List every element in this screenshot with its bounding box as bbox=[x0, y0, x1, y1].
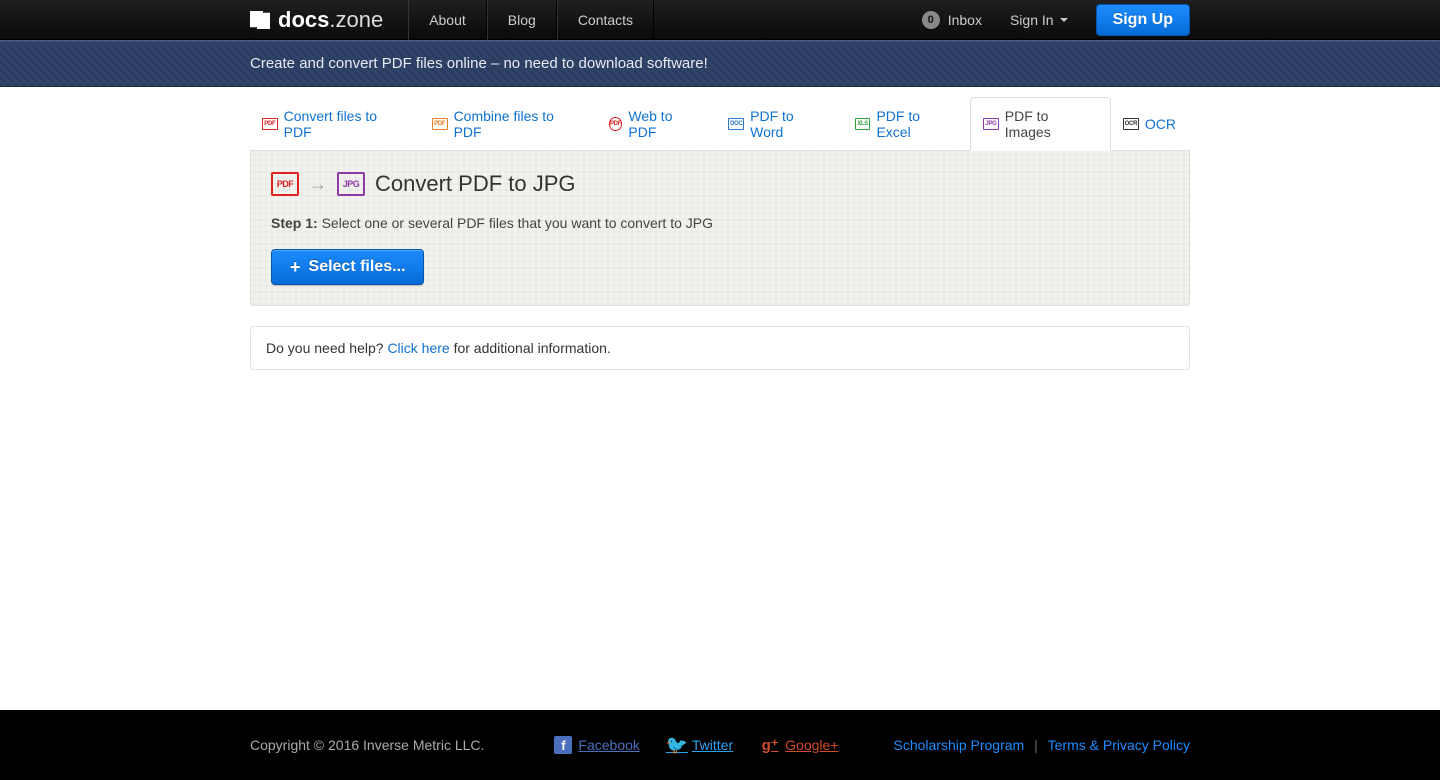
word-icon: DOC bbox=[728, 118, 744, 130]
signin-dropdown[interactable]: Sign In bbox=[1000, 12, 1078, 28]
tab-pdf-to-excel[interactable]: XLS PDF to Excel bbox=[843, 97, 970, 150]
combine-icon: PDF bbox=[432, 118, 448, 130]
conversion-tabs: PDF Convert files to PDF PDF Combine fil… bbox=[250, 97, 1190, 151]
google-plus-link[interactable]: g⁺ Google+ bbox=[761, 736, 838, 754]
conversion-head: PDF → JPG Convert PDF to JPG bbox=[271, 171, 1169, 197]
help-link[interactable]: Click here bbox=[387, 340, 449, 356]
twitter-link[interactable]: 🐦 Twitter bbox=[668, 736, 733, 754]
excel-icon: XLS bbox=[855, 118, 871, 130]
arrow-right-icon: → bbox=[309, 174, 327, 195]
nav-blog[interactable]: Blog bbox=[487, 0, 557, 40]
nav-about[interactable]: About bbox=[408, 0, 487, 40]
brand-bold: docs bbox=[278, 7, 329, 33]
conversion-panel: PDF → JPG Convert PDF to JPG Step 1: Sel… bbox=[250, 151, 1190, 306]
ocr-icon: OCR bbox=[1123, 118, 1139, 130]
help-suffix: for additional information. bbox=[450, 340, 611, 356]
footer: Copyright © 2016 Inverse Metric LLC. f F… bbox=[0, 710, 1440, 780]
terms-link[interactable]: Terms & Privacy Policy bbox=[1048, 737, 1190, 753]
facebook-link[interactable]: f Facebook bbox=[554, 736, 639, 754]
nav-links: About Blog Contacts bbox=[408, 0, 654, 40]
social-links: f Facebook 🐦 Twitter g⁺ Google+ bbox=[554, 736, 838, 754]
google-plus-icon: g⁺ bbox=[761, 736, 779, 754]
twitter-icon: 🐦 bbox=[668, 736, 686, 754]
pdf-file-icon: PDF bbox=[271, 172, 299, 196]
tab-ocr[interactable]: OCR OCR bbox=[1111, 97, 1190, 150]
step-label: Step 1: bbox=[271, 215, 318, 231]
tab-convert-to-pdf[interactable]: PDF Convert files to PDF bbox=[250, 97, 420, 150]
tab-web-to-pdf[interactable]: PDF Web to PDF bbox=[597, 97, 717, 150]
inbox-link[interactable]: 0 Inbox bbox=[922, 11, 982, 29]
brand-thin: .zone bbox=[329, 7, 383, 33]
tab-pdf-to-images[interactable]: JPG PDF to Images bbox=[970, 97, 1111, 151]
scholarship-link[interactable]: Scholarship Program bbox=[893, 737, 1024, 753]
help-box: Do you need help? Click here for additio… bbox=[250, 326, 1190, 370]
copyright-text: Copyright © 2016 Inverse Metric LLC. bbox=[250, 737, 484, 753]
tagline-bar: Create and convert PDF files online – no… bbox=[0, 40, 1440, 87]
tab-combine-to-pdf[interactable]: PDF Combine files to PDF bbox=[420, 97, 597, 150]
signin-label: Sign In bbox=[1010, 12, 1054, 28]
docs-icon bbox=[250, 11, 270, 29]
panel-title: Convert PDF to JPG bbox=[375, 171, 576, 197]
top-navbar: docs.zone About Blog Contacts 0 Inbox Si… bbox=[0, 0, 1440, 40]
step-text: Select one or several PDF files that you… bbox=[318, 215, 713, 231]
footer-links: Scholarship Program | Terms & Privacy Po… bbox=[893, 737, 1190, 753]
pdf-icon: PDF bbox=[262, 118, 278, 130]
help-prefix: Do you need help? bbox=[266, 340, 387, 356]
inbox-badge: 0 bbox=[922, 11, 940, 29]
step-line: Step 1: Select one or several PDF files … bbox=[271, 215, 1169, 231]
web-icon: PDF bbox=[609, 117, 623, 131]
tab-pdf-to-word[interactable]: DOC PDF to Word bbox=[716, 97, 842, 150]
footer-sep: | bbox=[1034, 737, 1042, 753]
inbox-label: Inbox bbox=[948, 12, 982, 28]
nav-contacts[interactable]: Contacts bbox=[557, 0, 654, 40]
plus-icon: + bbox=[290, 258, 301, 276]
select-files-label: Select files... bbox=[309, 258, 406, 276]
select-files-button[interactable]: + Select files... bbox=[271, 249, 424, 285]
signup-button[interactable]: Sign Up bbox=[1096, 4, 1190, 36]
chevron-down-icon bbox=[1060, 18, 1068, 22]
brand-logo[interactable]: docs.zone bbox=[250, 7, 403, 33]
image-icon: JPG bbox=[983, 118, 999, 130]
facebook-icon: f bbox=[554, 736, 572, 754]
tagline-text: Create and convert PDF files online – no… bbox=[250, 41, 1190, 86]
jpg-file-icon: JPG bbox=[337, 172, 365, 196]
